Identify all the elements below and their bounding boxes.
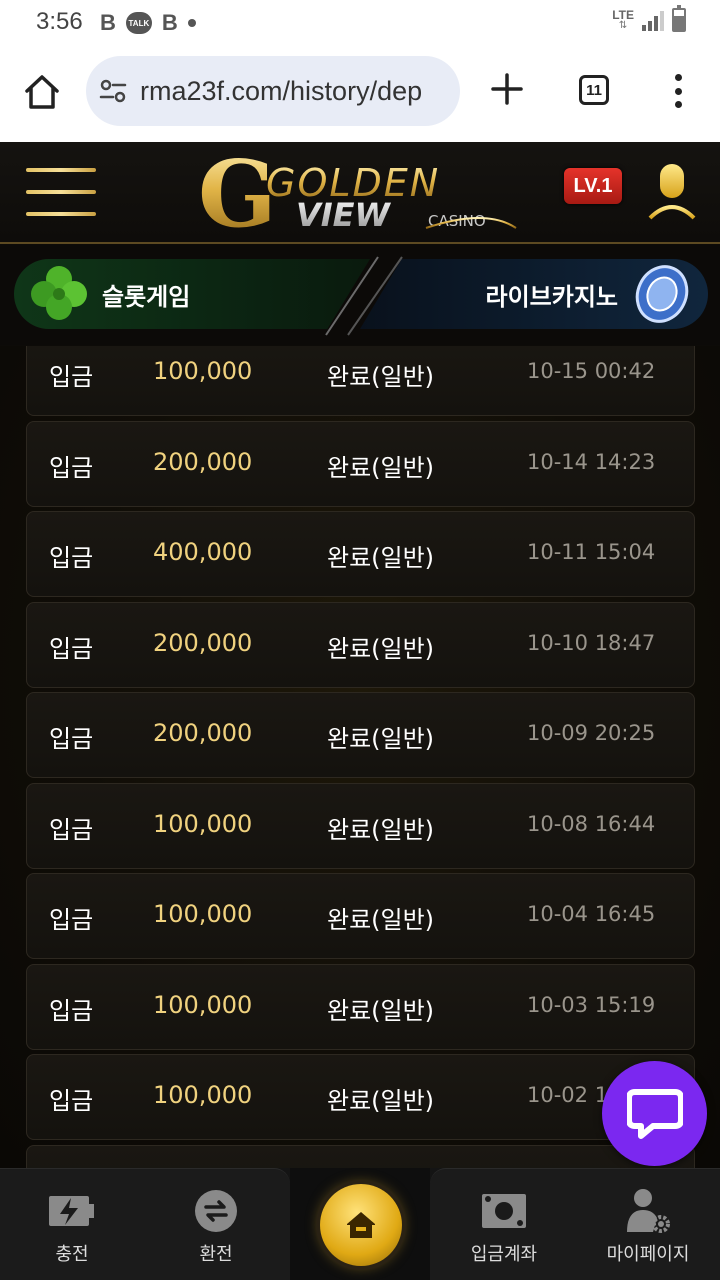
transaction-status: 완료(일반) xyxy=(327,544,435,572)
transaction-amount: 400,000 xyxy=(153,538,253,566)
transaction-amount: 200,000 xyxy=(153,719,253,747)
history-row: 입금 200,000 완료(일반) 10-09 20:25 xyxy=(26,692,695,778)
user-profile-icon[interactable] xyxy=(648,162,696,220)
transaction-amount: 100,000 xyxy=(153,990,253,1019)
hamburger-menu-icon[interactable] xyxy=(26,168,96,216)
nav-deposit-account[interactable]: 입금계좌 xyxy=(444,1168,564,1280)
transaction-date: 10-10 18:47 xyxy=(527,630,656,655)
notification-icons: B TALK B xyxy=(100,10,196,36)
category-bar: 슬롯게임 라이브카지노 xyxy=(0,245,720,345)
transaction-date: 10-08 16:44 xyxy=(527,811,656,836)
transaction-amount: 100,000 xyxy=(153,357,253,385)
transaction-type: 입금 xyxy=(49,815,94,844)
status-time: 3:56 xyxy=(36,8,83,35)
nav-charge[interactable]: 충전 xyxy=(12,1168,132,1280)
battery-icon xyxy=(672,5,686,32)
user-settings-icon xyxy=(627,1189,670,1233)
history-row: 입금 100,000 완료(일반) 10-02 16 xyxy=(26,1054,695,1140)
transaction-date: 10-14 14:23 xyxy=(527,449,656,474)
address-bar[interactable]: rma23f.com/history/dep xyxy=(86,56,460,126)
home-icon xyxy=(347,1212,375,1238)
system-icons: LTE ⇅ xyxy=(612,5,686,32)
talk-icon: TALK xyxy=(125,12,152,34)
site-settings-icon[interactable] xyxy=(98,76,128,106)
dot-icon xyxy=(187,19,196,27)
transaction-type: 입금 xyxy=(49,363,94,391)
transaction-status: 완료(일반) xyxy=(327,996,435,1025)
history-row: 입금 100,000 완료(일반) 10-15 00:42 xyxy=(26,346,695,416)
new-tab-icon[interactable] xyxy=(490,72,524,106)
deposit-history-list: 입금 100,000 완료(일반) 10-15 00:42 입금 200,000 완료(일반… xyxy=(0,346,720,1168)
site-header: G GOLDEN VIEW CASINO LV.1 xyxy=(0,142,720,244)
browser-toolbar: rma23f.com/history/dep 11 xyxy=(0,44,720,142)
svg-text:G: G xyxy=(198,148,277,240)
b-icon: B xyxy=(161,10,178,35)
url-text: rma23f.com/history/dep xyxy=(140,75,423,106)
status-bar: 3:56 B TALK B LTE ⇅ xyxy=(0,0,720,44)
transaction-type: 입금 xyxy=(49,1087,94,1115)
transaction-status: 완료(일반) xyxy=(327,453,435,482)
category-divider xyxy=(325,256,403,336)
exchange-icon xyxy=(195,1190,237,1232)
slot-game-label: 슬롯게임 xyxy=(102,283,191,311)
casino-chip-icon xyxy=(635,265,689,323)
history-row: 입금 200,000 완료(일반) 10-14 14:23 xyxy=(26,420,695,507)
clover-icon xyxy=(31,266,87,320)
battery-charge-icon xyxy=(49,1196,94,1226)
golden-view-casino-logo[interactable]: G GOLDEN VIEW CASINO xyxy=(196,148,526,240)
history-row: 입금 400,000 완료(일반) 10-11 15:04 xyxy=(26,511,695,597)
transaction-date: 10-15 00:42 xyxy=(527,359,656,383)
transaction-type: 입금 xyxy=(49,544,94,572)
history-row-partial xyxy=(26,1144,695,1168)
lte-icon: LTE ⇅ xyxy=(612,8,634,31)
transaction-status: 완료(일반) xyxy=(327,725,435,753)
bottom-navigation: 충전 환전 입금계좌 마이페이지 xyxy=(0,1168,720,1280)
history-row: 입금 100,000 완료(일반) 10-03 15:19 xyxy=(26,963,695,1050)
live-chat-button[interactable] xyxy=(602,1061,707,1166)
nav-exchange[interactable]: 환전 xyxy=(156,1168,276,1280)
nav-my-page[interactable]: 마이페이지 xyxy=(588,1168,708,1280)
transaction-status: 완료(일반) xyxy=(327,1087,435,1115)
transaction-amount: 200,000 xyxy=(153,628,253,657)
transaction-date: 10-04 16:45 xyxy=(527,902,656,926)
more-menu-icon[interactable] xyxy=(670,74,686,108)
nav-deposit-account-label: 입금계좌 xyxy=(470,1244,538,1265)
tab-switcher-button[interactable]: 11 xyxy=(579,75,609,105)
transaction-amount: 100,000 xyxy=(153,1081,253,1109)
nav-charge-label: 충전 xyxy=(55,1244,89,1265)
chat-bubble-icon xyxy=(626,1088,683,1139)
level-badge[interactable]: LV.1 xyxy=(564,168,622,204)
transaction-amount: 200,000 xyxy=(153,447,253,476)
home-button[interactable] xyxy=(320,1184,402,1266)
transaction-status: 완료(일반) xyxy=(327,634,435,663)
b-icon: B xyxy=(100,10,116,35)
transaction-type: 입금 xyxy=(49,906,94,934)
history-row: 입금 100,000 완료(일반) 10-08 16:44 xyxy=(26,782,695,869)
transaction-amount: 100,000 xyxy=(153,809,253,838)
transaction-type: 입금 xyxy=(49,453,94,482)
history-row: 입금 200,000 완료(일반) 10-10 18:47 xyxy=(26,601,695,688)
transaction-date: 10-09 20:25 xyxy=(527,721,656,745)
transaction-date: 10-03 15:19 xyxy=(527,992,656,1017)
nav-exchange-label: 환전 xyxy=(199,1244,233,1265)
svg-text:VIEW: VIEW xyxy=(296,196,392,234)
transaction-status: 완료(일반) xyxy=(327,906,435,934)
transaction-type: 입금 xyxy=(49,634,94,663)
transaction-status: 완료(일반) xyxy=(327,363,435,391)
cash-icon xyxy=(482,1194,526,1228)
home-icon[interactable] xyxy=(22,72,62,112)
transaction-amount: 100,000 xyxy=(153,900,253,928)
signal-icon xyxy=(642,9,664,31)
transaction-date: 10-11 15:04 xyxy=(527,540,656,564)
nav-my-page-label: 마이페이지 xyxy=(606,1244,690,1265)
transaction-status: 완료(일반) xyxy=(327,815,435,844)
history-row: 입금 100,000 완료(일반) 10-04 16:45 xyxy=(26,873,695,959)
transaction-type: 입금 xyxy=(49,996,94,1025)
live-casino-label: 라이브카지노 xyxy=(485,283,618,311)
transaction-type: 입금 xyxy=(49,725,94,753)
